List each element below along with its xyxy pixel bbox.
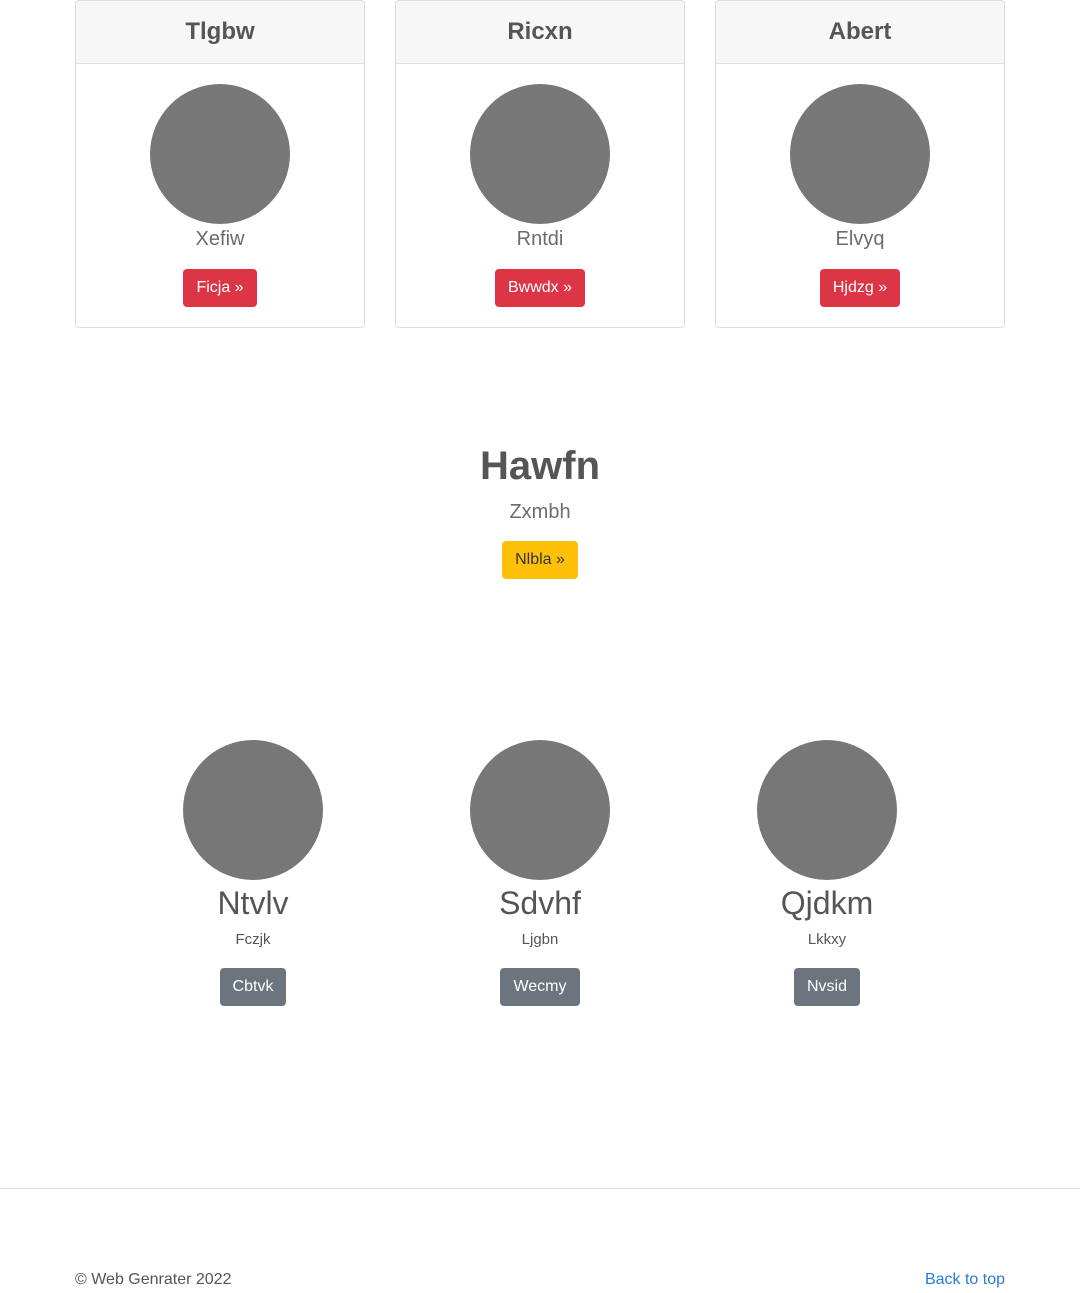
avatar bbox=[183, 740, 323, 880]
card-body: Elvyq Hjdzg » bbox=[716, 64, 1004, 327]
card-image-placeholder bbox=[790, 84, 930, 224]
hero-subtitle: Zxmbh bbox=[509, 501, 571, 523]
card-button-wrap: Ficja » bbox=[76, 269, 364, 307]
person-name: Ntvlv bbox=[217, 885, 289, 921]
card-button-wrap: Bwwdx » bbox=[396, 269, 684, 307]
footer-divider bbox=[0, 1188, 1080, 1189]
card: Ricxn Rntdi Bwwdx » bbox=[395, 0, 685, 328]
card-title: Tlgbw bbox=[76, 1, 364, 64]
card-title: Abert bbox=[716, 1, 1004, 64]
card-button[interactable]: Hjdzg » bbox=[819, 269, 901, 307]
footer-copyright: © Web Genrater 2022 bbox=[75, 1271, 232, 1288]
person-item: Qjdkm Lkkxy Nvsid bbox=[717, 740, 937, 1006]
card-subtitle: Rntdi bbox=[516, 228, 564, 250]
person-name: Qjdkm bbox=[780, 885, 874, 921]
card: Abert Elvyq Hjdzg » bbox=[715, 0, 1005, 328]
card-button[interactable]: Ficja » bbox=[183, 269, 257, 307]
person-button-wrap: Wecmy bbox=[430, 968, 650, 1006]
hero-title: Hawfn bbox=[480, 444, 600, 488]
card-image-placeholder bbox=[470, 84, 610, 224]
card-subtitle: Elvyq bbox=[835, 228, 885, 250]
person-button-wrap: Cbtvk bbox=[143, 968, 363, 1006]
cards-row: Tlgbw Xefiw Ficja » Ricxn Rntdi Bwwdx » … bbox=[75, 0, 1005, 328]
person-item: Ntvlv Fczjk Cbtvk bbox=[143, 740, 363, 1006]
card: Tlgbw Xefiw Ficja » bbox=[75, 0, 365, 328]
card-subtitle: Xefiw bbox=[195, 228, 245, 250]
person-subtitle: Fczjk bbox=[235, 931, 271, 948]
hero-button-wrap: Nlbla » bbox=[0, 541, 1080, 579]
person-button-wrap: Nvsid bbox=[717, 968, 937, 1006]
page: Tlgbw Xefiw Ficja » Ricxn Rntdi Bwwdx » … bbox=[0, 0, 1080, 1293]
card-body: Rntdi Bwwdx » bbox=[396, 64, 684, 327]
hero-section: Hawfn Zxmbh Nlbla » bbox=[0, 440, 1080, 579]
person-button[interactable]: Nvsid bbox=[793, 968, 860, 1006]
avatar bbox=[470, 740, 610, 880]
person-item: Sdvhf Ljgbn Wecmy bbox=[430, 740, 650, 1006]
card-image-placeholder bbox=[150, 84, 290, 224]
card-button[interactable]: Bwwdx » bbox=[494, 269, 586, 307]
avatar bbox=[757, 740, 897, 880]
person-subtitle: Lkkxy bbox=[807, 931, 847, 948]
card-body: Xefiw Ficja » bbox=[76, 64, 364, 327]
hero-button[interactable]: Nlbla » bbox=[502, 541, 578, 579]
card-title: Ricxn bbox=[396, 1, 684, 64]
person-button[interactable]: Cbtvk bbox=[219, 968, 287, 1006]
person-subtitle: Ljgbn bbox=[521, 931, 559, 948]
person-name: Sdvhf bbox=[499, 885, 581, 921]
back-to-top-link[interactable]: Back to top bbox=[925, 1271, 1005, 1289]
person-button[interactable]: Wecmy bbox=[500, 968, 580, 1006]
card-button-wrap: Hjdzg » bbox=[716, 269, 1004, 307]
